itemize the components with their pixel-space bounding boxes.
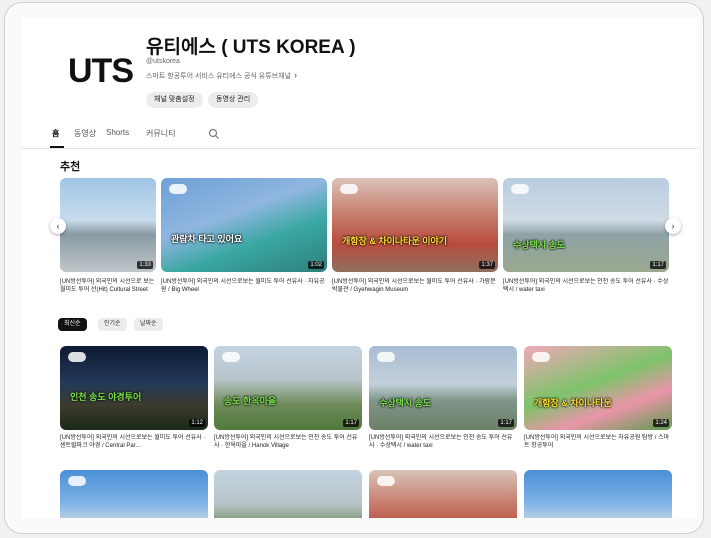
filter-chip-latest[interactable]: 최신순 — [58, 318, 87, 331]
chevron-right-icon: › — [293, 70, 297, 80]
customize-channel-button[interactable]: 채널 맞춤설정 — [146, 92, 203, 108]
channel-description-text: 스마트 항공투어 서비스 유티에스 공식 유튜브채널 — [146, 73, 291, 80]
video-duration: 1:17 — [498, 419, 514, 427]
thumbnail-overlay-text: 송도 한옥마을 — [224, 396, 277, 406]
video-title[interactable]: [UN방선투어] 외국인의 시선으로보는 자유공원 탐방 / 스마트 항공투어 — [524, 434, 672, 452]
video-thumbnail[interactable] — [524, 470, 672, 518]
video-thumbnail[interactable]: 1:33 — [60, 178, 156, 272]
video-thumbnail[interactable]: 개항장 & 차이나타운 이야기 1:37 — [332, 178, 498, 272]
youtube-channel-page: UTS 유티에스 ( UTS KOREA ) @utskorea 스마트 항공투… — [22, 18, 698, 518]
carousel-prev-button[interactable]: ‹ — [50, 218, 66, 234]
tab-community[interactable]: 커뮤니티 — [146, 128, 175, 139]
video-thumbnail[interactable]: 송도 한옥마을 1:17 — [214, 346, 362, 430]
video-thumbnail[interactable] — [214, 470, 362, 518]
video-thumbnail[interactable]: 관람차 타고 있어요 1:02 — [161, 178, 327, 272]
channel-badge — [340, 184, 358, 194]
video-thumbnail[interactable] — [60, 470, 208, 518]
video-duration: 1:02 — [308, 261, 324, 269]
video-duration: 1:17 — [343, 419, 359, 427]
thumbnail-overlay-text: 관람차 타고 있어요 — [171, 234, 243, 244]
filter-chip-popular[interactable]: 인기순 — [98, 318, 127, 331]
thumbnail-overlay-text: 개항장 & 차이나타운 — [534, 398, 612, 408]
video-thumbnail[interactable]: 수상택시 송도 1:17 — [503, 178, 669, 272]
channel-badge — [68, 476, 86, 486]
video-title[interactable]: [UN방선투어] 외국인의 시선으로보는 인천 송도 투어 선유사 · 수상택시… — [503, 278, 669, 296]
video-title[interactable]: [UN방선투어] 외국인의 시선으로보는 월미도 투어 선유사 · 가람문 박물… — [332, 278, 498, 296]
channel-badge — [222, 352, 240, 362]
channel-badge — [532, 352, 550, 362]
video-duration: 1:33 — [137, 261, 153, 269]
channel-badge — [377, 352, 395, 362]
video-duration: 1:37 — [479, 261, 495, 269]
manage-videos-button[interactable]: 동영상 관리 — [208, 92, 259, 108]
video-title[interactable]: [UN방선투어] 외국인의 시선으로보는 인천 송도 투어 선유사 · 한옥마을… — [214, 434, 362, 452]
video-duration: 1:24 — [653, 419, 669, 427]
tabs-divider — [22, 148, 698, 149]
tab-shorts[interactable]: Shorts — [106, 128, 129, 137]
channel-description[interactable]: 스마트 항공투어 서비스 유티에스 공식 유튜브채널 › — [146, 70, 297, 81]
channel-badge — [511, 184, 529, 194]
video-title[interactable]: [UN방선투어] 외국인의 시선으로 보는 월미도 투어 선(Hit) Cult… — [60, 278, 156, 296]
thumbnail-overlay-text: 수상택시 송도 — [513, 240, 566, 250]
video-title[interactable]: [UN방선투어] 외국인의 시선으로보는 월미도 투어 선유사 · 자유공원 /… — [161, 278, 327, 296]
video-title[interactable]: [UN방선투어] 외국인의 시선으로보는 월미도 투어 선유사 · 센트럴파크 … — [60, 434, 208, 452]
channel-title: 유티에스 ( UTS KOREA ) — [146, 37, 356, 58]
channel-handle: @utskorea — [146, 58, 180, 65]
channel-badge — [169, 184, 187, 194]
tab-home[interactable]: 홈 — [52, 128, 59, 139]
filter-chip-date[interactable]: 날짜순 — [134, 318, 163, 331]
video-title[interactable]: [UN방선투어] 외국인의 시선으로보는 인천 송도 투어 선유사 · 수상택시… — [369, 434, 517, 452]
tab-videos[interactable]: 동영상 — [74, 128, 96, 139]
video-thumbnail[interactable]: 인천 송도 야경투어 1:12 — [60, 346, 208, 430]
section-title-recommended: 추천 — [60, 161, 81, 173]
carousel-next-button[interactable]: › — [665, 218, 681, 234]
video-duration: 1:12 — [189, 419, 205, 427]
thumbnail-overlay-text: 개항장 & 차이나타운 이야기 — [342, 236, 448, 246]
video-thumbnail[interactable]: 수상택시 송도 1:17 — [369, 346, 517, 430]
video-duration: 1:17 — [650, 261, 666, 269]
channel-badge — [377, 476, 395, 486]
thumbnail-overlay-text: 인천 송도 야경투어 — [70, 392, 142, 402]
video-thumbnail[interactable] — [369, 470, 517, 518]
search-icon[interactable] — [208, 128, 220, 140]
thumbnail-overlay-text: 수상택시 송도 — [379, 398, 432, 408]
video-thumbnail[interactable]: 개항장 & 차이나타운 1:24 — [524, 346, 672, 430]
channel-badge — [68, 352, 86, 362]
channel-avatar[interactable]: UTS — [68, 52, 134, 91]
